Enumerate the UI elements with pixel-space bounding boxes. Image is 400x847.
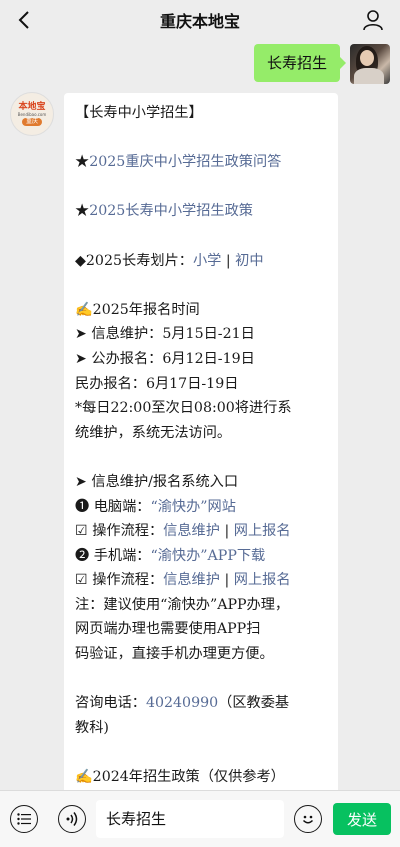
message-line: ➤ 信息维护/报名系统入口 — [75, 473, 239, 490]
message-line: ★2025重庆中小学招生政策问答 — [75, 150, 328, 175]
menu-icon[interactable] — [10, 805, 38, 833]
voice-icon[interactable] — [58, 805, 86, 833]
send-button[interactable]: 发送 — [333, 803, 391, 835]
message-line: 码验证，直接手机办理更方便。 — [75, 646, 274, 663]
phone-link[interactable]: 40240990 — [146, 695, 218, 711]
message-heading: 【长寿中小学招生】 — [75, 105, 203, 121]
logo-city: 重庆 — [21, 118, 42, 126]
info-maintenance-link[interactable]: 信息维护 — [163, 523, 220, 539]
online-registration-link[interactable]: 网上报名 — [234, 523, 291, 539]
message-line: ❶ 电脑端：“渝快办”网站 — [75, 498, 236, 515]
message-line: ☑ 操作流程：信息维护 | 网上报名 — [75, 523, 291, 540]
primary-school-link[interactable]: 小学 — [193, 253, 221, 269]
message-line: 教科) — [75, 719, 109, 736]
app-download-link[interactable]: “渝快办”APP下载 — [150, 548, 265, 564]
logo-text: 本地宝 — [18, 102, 46, 112]
message-line: ❷ 手机端：“渝快办”APP下载 — [75, 547, 266, 564]
message-line: ✍2024年招生政策（仅供参考） — [75, 769, 285, 786]
message-line: ☑ 操作流程：信息维护 | 网上报名 — [75, 572, 291, 589]
online-registration-link[interactable]: 网上报名 — [234, 572, 291, 588]
back-icon[interactable] — [10, 6, 38, 34]
middle-school-link[interactable]: 初中 — [235, 253, 263, 269]
message-input[interactable]: 长寿招生 — [96, 800, 284, 838]
my-avatar[interactable] — [350, 44, 390, 84]
info-maintenance-link[interactable]: 信息维护 — [163, 572, 220, 588]
outgoing-bubble[interactable]: 长寿招生 — [253, 44, 347, 82]
message-line: *每日22:00至次日08:00将进行系 — [75, 400, 292, 417]
policy-qa-link[interactable]: 2025重庆中小学招生政策问答 — [89, 154, 281, 170]
message-line: 咨询电话：40240990（区教委基 — [75, 695, 290, 712]
page-title: 重庆本地宝 — [159, 12, 240, 31]
outgoing-message: 长寿招生 — [253, 44, 390, 84]
emoji-icon[interactable] — [294, 805, 322, 833]
star-icon: ★ — [75, 154, 90, 171]
bot-avatar[interactable]: 本地宝 Bendibao.com 重庆 — [10, 92, 54, 136]
message-line: 民办报名：6月17日-19日 — [75, 375, 239, 392]
policy-link[interactable]: 2025长寿中小学招生政策 — [89, 203, 253, 219]
yukuaiban-website-link[interactable]: “渝快办”网站 — [150, 499, 235, 515]
message-line: 注：建议使用“渝快办”APP办理， — [75, 596, 290, 613]
chat-area: 长寿招生 本地宝 Bendibao.com 重庆 【长寿中小学招生】 ★2025… — [0, 40, 400, 790]
message-line: ➤ 公办报名：6月12日-19日 — [75, 350, 255, 367]
message-line: ✍2025年报名时间 — [75, 301, 200, 318]
profile-icon[interactable] — [360, 6, 386, 34]
message-line: ◆2025长寿划片：小学 | 初中 — [75, 252, 264, 269]
logo-subtext: Bendibao.com — [17, 112, 47, 117]
message-line: 统维护，系统无法访问。 — [75, 424, 232, 441]
message-line: ➤ 信息维护：5月15日-21日 — [75, 326, 255, 343]
message-line: ★2025长寿中小学招生政策 — [75, 199, 328, 224]
star-icon: ★ — [75, 203, 90, 220]
incoming-bubble: 【长寿中小学招生】 ★2025重庆中小学招生政策问答 ★2025长寿中小学招生政… — [64, 93, 338, 790]
input-bar: 长寿招生 发送 — [0, 790, 400, 847]
top-bar: 重庆本地宝 — [0, 0, 400, 40]
message-line: 网页端办理也需要使用APP扫 — [75, 621, 261, 638]
